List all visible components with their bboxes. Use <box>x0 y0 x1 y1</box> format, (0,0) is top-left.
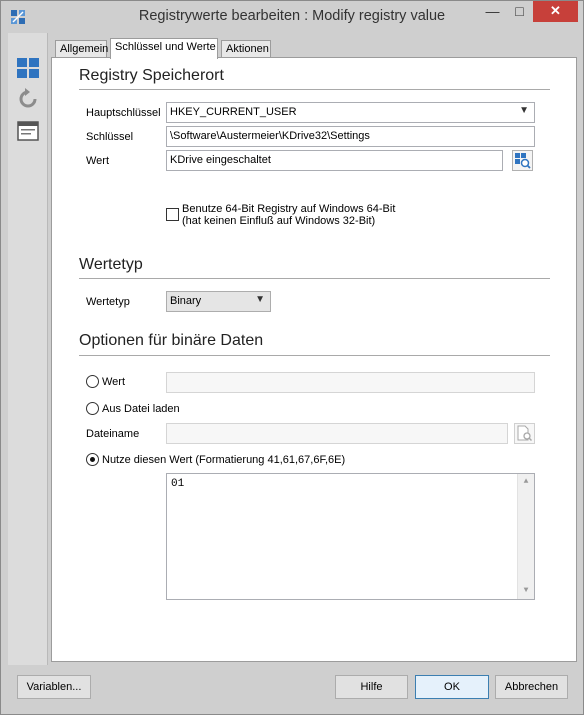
use-64bit-label-line2: (hat keinen Einfluß auf Windows 32-Bit) <box>182 215 376 227</box>
chevron-down-icon: ▼ <box>519 105 529 116</box>
scroll-down-icon[interactable]: ▼ <box>518 583 534 599</box>
radio-load-from-file[interactable] <box>86 402 99 415</box>
radio-use-this-value[interactable] <box>86 453 99 466</box>
binary-value-input[interactable] <box>166 372 535 393</box>
ok-button[interactable]: OK <box>415 675 489 699</box>
filename-label: Dateiname <box>86 428 140 440</box>
value-type-select-value: Binary <box>170 295 202 307</box>
scroll-up-icon[interactable]: ▲ <box>518 474 534 490</box>
radio-value[interactable] <box>86 375 99 388</box>
browse-file-button[interactable] <box>514 423 535 444</box>
hive-label: Hauptschlüssel <box>86 107 161 119</box>
hive-select-value: HKEY_CURRENT_USER <box>170 106 297 118</box>
filename-input[interactable] <box>166 423 508 444</box>
cancel-button[interactable]: Abbrechen <box>495 675 568 699</box>
section-registry-location: Registry Speicherort <box>79 67 224 84</box>
maximize-button[interactable]: □ <box>506 1 533 22</box>
radio-value-label: Wert <box>102 376 126 388</box>
radio-use-this-value-label: Nutze diesen Wert (Formatierung 41,61,67… <box>102 454 346 466</box>
close-button[interactable]: ✕ <box>533 1 578 22</box>
chevron-down-icon: ▼ <box>255 294 265 305</box>
use-64bit-label-line1: Benutze 64-Bit Registry auf Windows 64-B… <box>182 203 396 215</box>
tab-schluessel-und-werte[interactable]: Schlüssel und Werte <box>110 38 218 59</box>
tool-strip <box>8 33 48 665</box>
minimize-button[interactable]: — <box>479 1 506 22</box>
binary-data-textarea[interactable]: 01 ▲ ▼ <box>166 473 535 600</box>
refresh-icon[interactable] <box>16 87 40 111</box>
tab-allgemein[interactable]: Allgemein <box>55 40 108 58</box>
help-button[interactable]: Hilfe <box>335 675 408 699</box>
section-binary-options: Optionen für binäre Daten <box>79 332 264 349</box>
variables-button[interactable]: Variablen... <box>17 675 91 699</box>
use-64bit-checkbox[interactable] <box>166 208 179 221</box>
window-icon[interactable] <box>16 119 40 143</box>
key-label: Schlüssel <box>86 131 134 143</box>
layout-grid-icon[interactable] <box>16 56 40 80</box>
textarea-scrollbar[interactable]: ▲ ▼ <box>517 474 534 599</box>
browse-registry-button[interactable] <box>512 150 533 171</box>
section-value-type: Wertetyp <box>79 256 143 273</box>
radio-load-from-file-label: Aus Datei laden <box>102 403 180 415</box>
value-name-label: Wert <box>86 155 110 167</box>
value-type-select[interactable]: Binary ▼ <box>166 291 271 312</box>
key-input[interactable]: \Software\Austermeier\KDrive32\Settings <box>166 126 535 147</box>
value-name-input[interactable]: KDrive eingeschaltet <box>166 150 503 171</box>
tab-aktionen[interactable]: Aktionen <box>221 40 271 58</box>
divider <box>79 278 550 279</box>
binary-data-text: 01 <box>171 478 185 490</box>
dialog-window: Registrywerte bearbeiten : Modify regist… <box>0 0 584 715</box>
divider <box>79 355 550 356</box>
tab-panel: Registry Speicherort Hauptschlüssel HKEY… <box>51 57 577 662</box>
hive-select[interactable]: HKEY_CURRENT_USER ▼ <box>166 102 535 123</box>
file-search-icon <box>517 425 533 442</box>
title-bar[interactable]: Registrywerte bearbeiten : Modify regist… <box>1 1 583 33</box>
registry-browse-icon <box>515 153 531 169</box>
divider <box>79 89 550 90</box>
value-type-label: Wertetyp <box>86 296 130 308</box>
